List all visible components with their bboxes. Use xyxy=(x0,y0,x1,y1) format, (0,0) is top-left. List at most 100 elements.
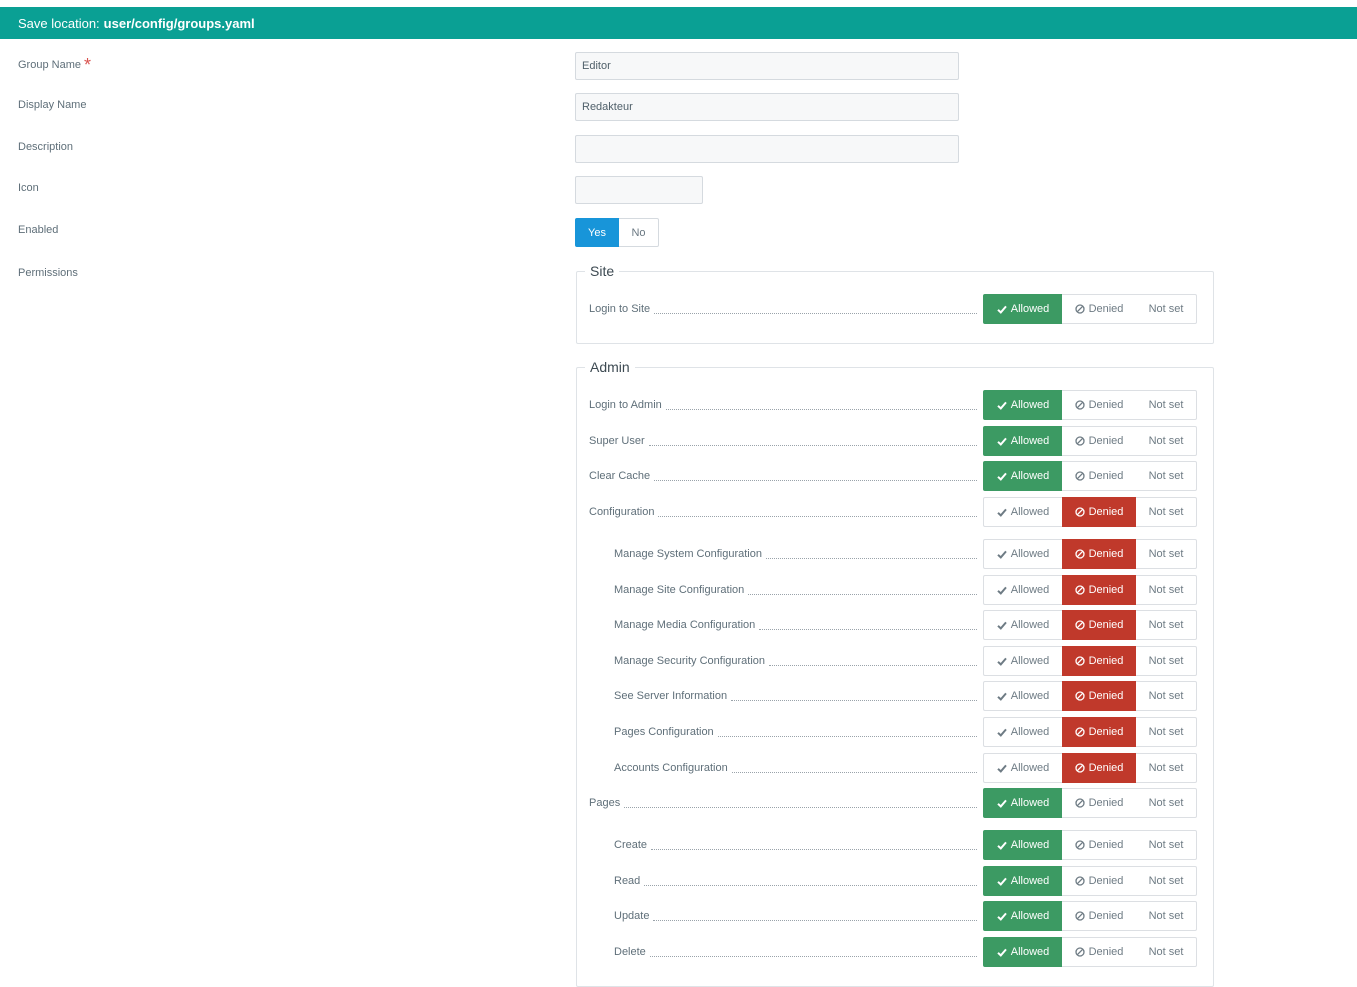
allowed-option-label: Allowed xyxy=(1010,797,1050,809)
permission-label-text: Manage Security Configuration xyxy=(614,655,766,667)
allowed-option[interactable]: Allowed xyxy=(983,294,1062,324)
description-input[interactable] xyxy=(575,135,959,163)
check-icon xyxy=(997,508,1007,517)
allowed-option[interactable]: Allowed xyxy=(983,717,1062,747)
denied-option-label: Denied xyxy=(1088,619,1124,631)
denied-option[interactable]: Denied xyxy=(1062,426,1136,456)
notset-option[interactable]: Not set xyxy=(1136,788,1197,818)
save-location-prefix: Save location: xyxy=(18,15,100,31)
check-icon xyxy=(997,764,1007,773)
allowed-option-label: Allowed xyxy=(1010,303,1050,315)
allowed-option[interactable]: Allowed xyxy=(983,866,1062,896)
display-name-label: Display Name xyxy=(18,99,87,111)
permission-toggle: Allowed Denied Not set xyxy=(983,646,1197,676)
allowed-option-label: Allowed xyxy=(1010,435,1050,447)
permission-toggle: Allowed Denied Not set xyxy=(983,681,1197,711)
notset-option[interactable]: Not set xyxy=(1136,575,1197,605)
check-icon xyxy=(997,550,1007,559)
allowed-option[interactable]: Allowed xyxy=(983,753,1062,783)
icon-input[interactable] xyxy=(575,176,703,204)
allowed-option[interactable]: Allowed xyxy=(983,937,1062,967)
permissions-label: Permissions xyxy=(18,267,78,279)
denied-option-label: Denied xyxy=(1088,690,1124,702)
allowed-option[interactable]: Allowed xyxy=(983,901,1062,931)
permission-row: Manage Security Configuration Allowed Deni… xyxy=(614,646,1197,676)
denied-option[interactable]: Denied xyxy=(1062,753,1136,783)
allowed-option-label: Allowed xyxy=(1010,399,1050,411)
notset-option[interactable]: Not set xyxy=(1136,646,1197,676)
notset-option[interactable]: Not set xyxy=(1136,461,1197,491)
notset-option[interactable]: Not set xyxy=(1136,830,1197,860)
allowed-option[interactable]: Allowed xyxy=(983,830,1062,860)
check-icon xyxy=(997,401,1007,410)
denied-option[interactable]: Denied xyxy=(1062,866,1136,896)
notset-option[interactable]: Not set xyxy=(1136,294,1197,324)
denied-option[interactable]: Denied xyxy=(1062,497,1136,527)
denied-option[interactable]: Denied xyxy=(1062,901,1136,931)
denied-option[interactable]: Denied xyxy=(1062,461,1136,491)
enabled-no-button[interactable]: No xyxy=(619,218,659,247)
denied-option[interactable]: Denied xyxy=(1062,788,1136,818)
allowed-option[interactable]: Allowed xyxy=(983,788,1062,818)
denied-option[interactable]: Denied xyxy=(1062,575,1136,605)
notset-option[interactable]: Not set xyxy=(1136,866,1197,896)
ban-icon xyxy=(1074,471,1085,481)
allowed-option[interactable]: Allowed xyxy=(983,497,1062,527)
allowed-option[interactable]: Allowed xyxy=(983,390,1062,420)
enabled-yes-button[interactable]: Yes xyxy=(575,218,619,247)
denied-option[interactable]: Denied xyxy=(1062,610,1136,640)
notset-option[interactable]: Not set xyxy=(1136,681,1197,711)
permission-row: Accounts Configuration Allowed Denied Not s… xyxy=(614,753,1197,783)
display-name-input[interactable] xyxy=(575,93,959,121)
denied-option[interactable]: Denied xyxy=(1062,390,1136,420)
denied-option[interactable]: Denied xyxy=(1062,539,1136,569)
dotted-leader xyxy=(653,912,977,921)
denied-option[interactable]: Denied xyxy=(1062,646,1136,676)
notset-option[interactable]: Not set xyxy=(1136,390,1197,420)
group-name-input[interactable] xyxy=(575,52,959,80)
notset-option[interactable]: Not set xyxy=(1136,937,1197,967)
notset-option[interactable]: Not set xyxy=(1136,753,1197,783)
allowed-option[interactable]: Allowed xyxy=(983,681,1062,711)
check-icon xyxy=(997,657,1007,666)
ban-icon xyxy=(1074,304,1085,314)
permission-label-text: Login to Admin xyxy=(589,399,662,411)
permission-label: Configuration xyxy=(589,505,983,519)
allowed-option[interactable]: Allowed xyxy=(983,646,1062,676)
notset-option[interactable]: Not set xyxy=(1136,539,1197,569)
permission-label-text: Create xyxy=(614,839,648,851)
allowed-option[interactable]: Allowed xyxy=(983,539,1062,569)
denied-option[interactable]: Denied xyxy=(1062,294,1136,324)
ban-icon xyxy=(1074,400,1085,410)
check-icon xyxy=(997,621,1007,630)
permission-toggle: Allowed Denied Not set xyxy=(983,390,1197,420)
permission-row: Update Allowed Denied Not set xyxy=(614,901,1197,931)
notset-option[interactable]: Not set xyxy=(1136,610,1197,640)
save-location-bar: Save location: user/config/groups.yaml xyxy=(0,7,1357,39)
allowed-option[interactable]: Allowed xyxy=(983,610,1062,640)
permission-label: See Server Information xyxy=(614,689,983,703)
denied-option[interactable]: Denied xyxy=(1062,830,1136,860)
permission-row: Manage Site Configuration Allowed Denied No… xyxy=(614,575,1197,605)
permission-label-text: Delete xyxy=(614,946,646,958)
allowed-option-label: Allowed xyxy=(1010,548,1050,560)
ban-icon xyxy=(1074,656,1085,666)
allowed-option[interactable]: Allowed xyxy=(983,575,1062,605)
notset-option[interactable]: Not set xyxy=(1136,426,1197,456)
allowed-option[interactable]: Allowed xyxy=(983,461,1062,491)
allowed-option-label: Allowed xyxy=(1010,470,1050,482)
notset-option[interactable]: Not set xyxy=(1136,497,1197,527)
dotted-leader xyxy=(654,305,977,314)
allowed-option[interactable]: Allowed xyxy=(983,426,1062,456)
permission-toggle: Allowed Denied Not set xyxy=(983,717,1197,747)
notset-option[interactable]: Not set xyxy=(1136,717,1197,747)
denied-option[interactable]: Denied xyxy=(1062,681,1136,711)
permission-toggle: Allowed Denied Not set xyxy=(983,497,1197,527)
permission-label-text: Update xyxy=(614,910,650,922)
notset-option[interactable]: Not set xyxy=(1136,901,1197,931)
permission-label: Read xyxy=(614,874,983,888)
denied-option-label: Denied xyxy=(1088,839,1124,851)
denied-option[interactable]: Denied xyxy=(1062,937,1136,967)
allowed-option-label: Allowed xyxy=(1010,875,1050,887)
denied-option[interactable]: Denied xyxy=(1062,717,1136,747)
